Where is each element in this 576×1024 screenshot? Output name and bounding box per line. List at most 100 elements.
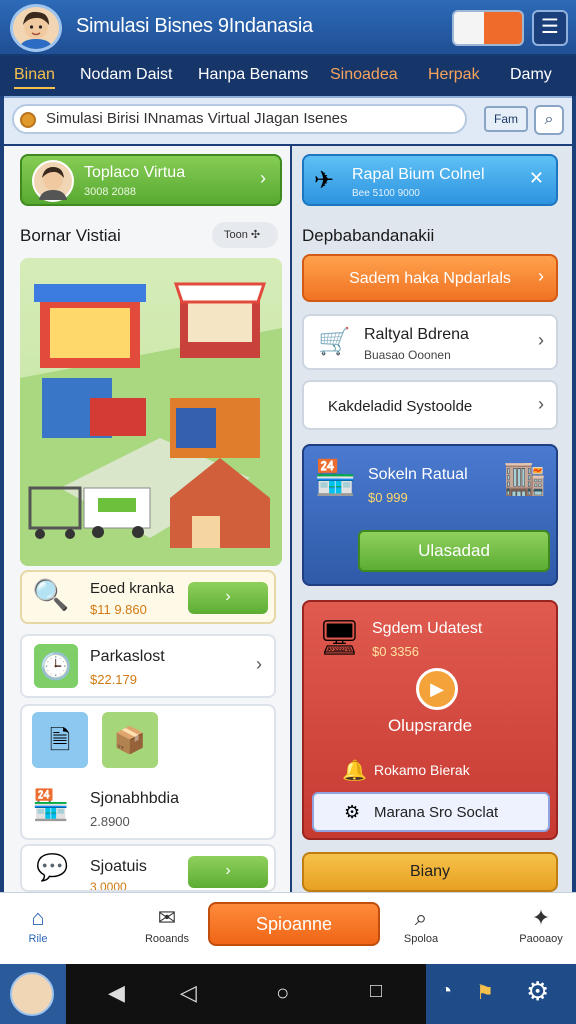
section-title: Bornar Vistiai (20, 226, 121, 245)
list-item[interactable]: 🕒 Parkaslost $22.179 › (20, 634, 276, 698)
avatar[interactable] (10, 4, 62, 52)
chevron-right-icon: › (260, 168, 266, 188)
menu-row[interactable]: 🛒 Raltyal Bdrena Buasao Ooonen › (302, 314, 558, 370)
tab-5[interactable]: Damy (510, 66, 552, 84)
update-note: Rokamo Bierak (374, 762, 470, 778)
bottom-nav-puzzle[interactable]: ✦ Paooaoy (510, 905, 572, 945)
bottom-nav-label: Rile (28, 933, 48, 945)
right-column: ✈ Rapal Bium Colnel Bee 5100 9000 ✕ Depb… (292, 146, 572, 892)
shop-icon[interactable] (484, 12, 522, 44)
back-outline-icon[interactable]: ◁ (180, 980, 197, 1006)
upgrade-card: 🏪 🏬 Sokeln Ratual $0 999 Ulasadad (302, 444, 558, 586)
bottom-nav-label: Paooaoy (519, 933, 563, 945)
machine-icon: 🖥 (318, 619, 362, 657)
home-circle-icon[interactable]: ○ (276, 980, 289, 1006)
list-item-title: Sjoatuis (90, 858, 147, 875)
search-filter-chip[interactable]: Fam (484, 106, 528, 132)
virtual-shop-title: Toplaco Virtua (84, 164, 186, 181)
search-icon[interactable]: ⌕ (534, 105, 564, 135)
avatar-face-icon (39, 167, 67, 200)
tab-1[interactable]: Nodam Daist (80, 66, 172, 84)
tab-3[interactable]: Sinoadea (330, 66, 398, 84)
box-icon: 📦 (102, 712, 158, 768)
gift-icon[interactable] (454, 12, 488, 44)
update-card-value: $0 3356 (372, 644, 419, 659)
panel-button-sub: Bee 5100 9000 (352, 188, 420, 199)
coin-icon (20, 112, 36, 128)
profile-shortcut[interactable] (0, 964, 66, 1024)
list-item[interactable]: 💬 Sjoatuis 3.0000 › (20, 844, 276, 892)
shops-illustration-icon (20, 282, 282, 566)
update-secondary-button[interactable]: ⚙ Marana Sro Soclat (312, 792, 550, 832)
list-item-value: 3.0000 (90, 880, 127, 892)
orange-action-label: Sadem haka Npdarlals (349, 270, 511, 287)
puzzle-icon: ✦ (531, 905, 551, 930)
orange-action-button[interactable]: Sadem haka Npdarlals › (302, 254, 558, 302)
virtual-shop-sub: 3008 2088 (84, 186, 136, 198)
list-item-go-button[interactable]: › (188, 856, 268, 888)
virtual-shop-button[interactable]: Toplaco Virtua 3008 2088 › (20, 154, 282, 206)
home-icon: ⌂ (31, 905, 45, 930)
heart-chat-icon: 💬 (36, 852, 69, 882)
chevron-right-icon: › (538, 266, 544, 286)
section-chip[interactable]: Toon ✣ (212, 222, 278, 248)
left-column: Toplaco Virtua 3008 2088 › Bornar Vistia… (4, 146, 290, 892)
upgrade-card-value: $0 999 (368, 490, 408, 505)
flag-icon[interactable]: ⚑ (476, 980, 494, 1005)
nav-bar: Binan Nodam Daist Hanpa Benams Sinoadea … (0, 56, 576, 96)
recents-icon[interactable]: □ (370, 980, 382, 1003)
avatar-icon (32, 160, 74, 202)
tab-2[interactable]: Hanpa Benams (198, 66, 308, 84)
timer-icon[interactable]: ◔ (440, 980, 452, 1003)
bottom-nav-mail[interactable]: ✉ Rooands (136, 905, 198, 945)
update-secondary-label: Marana Sro Soclat (374, 804, 499, 821)
menu-row[interactable]: Kakdeladid Systoolde › (302, 380, 558, 430)
store-icon: 🏪 (314, 459, 357, 497)
panel-button-title: Rapal Bium Colnel (352, 166, 485, 183)
menu-row-sub: Buasao Ooonen (364, 348, 451, 362)
tab-0[interactable]: Binan (14, 66, 55, 89)
bottom-nav-home[interactable]: ⌂ Rile (10, 905, 66, 945)
clock-icon: 🕒 (34, 644, 78, 688)
update-card-title: Sgdem Udatest (372, 620, 483, 637)
center-action-button[interactable]: Spioanne (208, 902, 380, 946)
chevron-right-icon: › (538, 330, 544, 350)
upgrade-button[interactable]: Ulasadad (358, 530, 550, 572)
list-item-title: Eoed kranka (90, 580, 175, 597)
avatar (10, 972, 54, 1016)
list-item-value: $11 9.860 (90, 602, 147, 617)
magnifier-icon: 🔍 (32, 579, 70, 612)
mail-icon: ✉ (157, 905, 177, 930)
chevron-right-icon: › (538, 394, 544, 414)
document-icon: 🗎 (32, 712, 88, 768)
register-icon: 🏪 (32, 789, 70, 822)
yellow-button[interactable]: Biany (302, 852, 558, 892)
list-item[interactable]: 🗎 📦 🏪 Sjonabhbdia 2.8900 (20, 704, 276, 840)
app-title: Simulasi Bisnes 9Indanasia (76, 15, 313, 37)
chevron-right-icon: › (256, 654, 262, 674)
upgrade-card-title: Sokeln Ratual (368, 466, 468, 483)
cart-icon: 🛒 (318, 326, 351, 356)
quick-actions: ◔ ⚑ ⚙ (426, 964, 576, 1024)
list-item-value: $22.179 (90, 672, 137, 687)
list-item-go-button[interactable]: › (188, 582, 268, 614)
panel-button[interactable]: ✈ Rapal Bium Colnel Bee 5100 9000 ✕ (302, 154, 558, 206)
gear-icon: ⚙ (344, 802, 361, 822)
bottom-nav-search[interactable]: ⌕ Spoloa (390, 905, 452, 945)
header-tray[interactable] (452, 10, 524, 46)
menu-row-title: Raltyal Bdrena (364, 326, 469, 343)
list-item-value: 2.8900 (90, 814, 130, 829)
menu-button[interactable]: ☰ (532, 10, 568, 46)
search-icon: ⌕ (414, 905, 428, 930)
bottom-nav-label: Rooands (144, 933, 190, 945)
close-icon[interactable]: ✕ (529, 168, 544, 189)
avatar-face-icon (19, 11, 53, 49)
play-icon[interactable]: ▶ (416, 668, 458, 710)
tab-4[interactable]: Herpak (428, 66, 480, 84)
update-action-label[interactable]: Olupsrarde (304, 716, 556, 736)
back-icon[interactable]: ◀ (108, 980, 125, 1006)
list-item[interactable]: 🔍 Eoed kranka $11 9.860 › (20, 570, 276, 624)
section-chip-label: Toon (224, 229, 248, 241)
settings-icon[interactable]: ⚙ (526, 976, 549, 1007)
search-value: Simulasi Birisi INnamas Virtual JIagan I… (46, 110, 348, 127)
